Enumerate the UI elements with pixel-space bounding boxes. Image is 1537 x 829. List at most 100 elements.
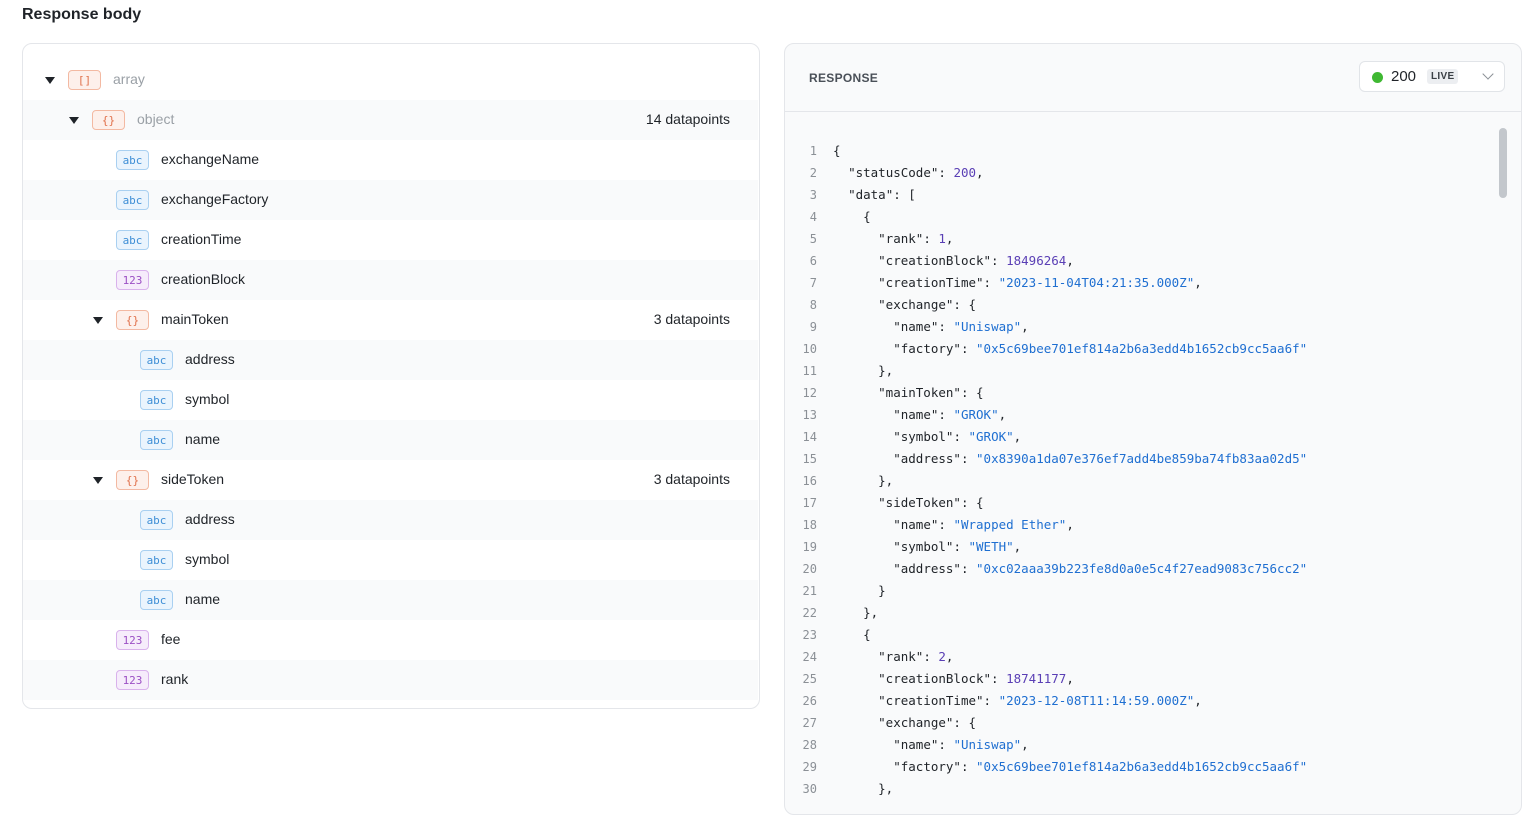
string-type-badge: abc — [116, 190, 149, 210]
scrollbar-thumb[interactable] — [1499, 128, 1507, 198]
json-string: "GROK" — [968, 429, 1014, 444]
json-punct: : — [953, 429, 969, 444]
schema-row-creationtime: abc creationTime — [23, 220, 758, 260]
string-type-badge: abc — [140, 350, 173, 370]
json-punct — [833, 165, 848, 180]
json-punct — [833, 715, 878, 730]
json-string: "0x5c69bee701ef814a2b6a3edd4b1652cb9cc5a… — [976, 341, 1308, 356]
string-type-badge: abc — [116, 150, 149, 170]
code-line: 24 "rank": 2, — [785, 646, 1499, 668]
datapoint-count: 14 datapoints — [645, 111, 730, 127]
json-string: "0xc02aaa39b223fe8d0a0e5c4f27ead9083c756… — [976, 561, 1308, 576]
line-content: "creationBlock": 18496264, — [833, 250, 1074, 272]
number-type-badge: 123 — [116, 270, 149, 290]
code-line: 26 "creationTime": "2023-12-08T11:14:59.… — [785, 690, 1499, 712]
live-badge: LIVE — [1427, 69, 1459, 84]
caret-down-icon[interactable] — [93, 477, 103, 484]
code-line: 2 "statusCode": 200, — [785, 162, 1499, 184]
json-key: "symbol" — [893, 539, 954, 554]
string-type-badge: abc — [140, 590, 173, 610]
line-content: "name": "GROK", — [833, 404, 1006, 426]
schema-row-rank: 123 rank — [23, 660, 758, 700]
line-content: "name": "Wrapped Ether", — [833, 514, 1074, 536]
code-line: 19 "symbol": "WETH", — [785, 536, 1499, 558]
code-line: 12 "mainToken": { — [785, 382, 1499, 404]
schema-tree: [] array {} object 14 datapoints abc exchangeN… — [23, 60, 758, 700]
json-key: "address" — [893, 561, 961, 576]
schema-row-maintoken[interactable]: {} mainToken 3 datapoints — [23, 300, 758, 340]
code-line: 30 }, — [785, 778, 1499, 800]
json-number: 18496264 — [1006, 253, 1067, 268]
field-name: name — [185, 431, 221, 447]
schema-tree-panel: [] array {} object 14 datapoints abc exchangeN… — [22, 43, 760, 709]
json-key: "name" — [893, 517, 939, 532]
json-punct: , — [998, 407, 1007, 422]
json-key: "creationBlock" — [878, 671, 992, 686]
json-string: "Wrapped Ether" — [953, 517, 1067, 532]
json-punct — [833, 231, 878, 246]
schema-row-sidetoken[interactable]: {} sideToken 3 datapoints — [23, 460, 758, 500]
json-punct: : { — [960, 495, 984, 510]
line-number: 16 — [802, 474, 817, 488]
string-type-badge: abc — [140, 430, 173, 450]
schema-row-array[interactable]: [] array — [23, 60, 758, 100]
field-name: mainToken — [161, 311, 229, 327]
json-punct — [833, 253, 878, 268]
response-header: RESPONSE 200 LIVE — [785, 44, 1521, 112]
json-punct — [833, 341, 893, 356]
schema-row-object[interactable]: {} object 14 datapoints — [23, 100, 758, 140]
json-punct: : — [923, 231, 939, 246]
json-punct: : — [960, 561, 977, 576]
json-punct: }, — [833, 605, 879, 620]
json-key: "name" — [893, 407, 939, 422]
json-punct: : — [983, 693, 999, 708]
json-string: "GROK" — [953, 407, 999, 422]
schema-row-symbol: abc symbol — [23, 540, 758, 580]
field-name: address — [185, 511, 235, 527]
caret-down-icon[interactable] — [93, 317, 103, 324]
json-punct — [833, 671, 878, 686]
object-type-badge: {} — [116, 470, 149, 490]
json-punct: : — [938, 517, 954, 532]
caret-down-icon[interactable] — [69, 117, 79, 124]
response-code-viewer[interactable]: 1{2 "statusCode": 200, 3 "data": [4 {5 "r… — [785, 140, 1499, 814]
datapoint-count: 3 datapoints — [653, 311, 730, 327]
status-code-dropdown[interactable]: 200 LIVE — [1359, 61, 1505, 92]
code-line: 10 "factory": "0x5c69bee701ef814a2b6a3ed… — [785, 338, 1499, 360]
status-code: 200 — [1391, 68, 1417, 85]
line-content: "symbol": "WETH", — [833, 536, 1021, 558]
code-line: 1{ — [785, 140, 1499, 162]
json-punct: , — [976, 165, 984, 180]
status-dot-icon — [1372, 72, 1383, 83]
json-punct: }, — [833, 363, 894, 378]
json-punct: , — [1066, 253, 1074, 268]
json-punct: : { — [960, 385, 984, 400]
json-punct: { — [833, 209, 871, 224]
line-number: 18 — [802, 518, 817, 532]
number-type-badge: 123 — [116, 630, 149, 650]
line-content: "address": "0xc02aaa39b223fe8d0a0e5c4f27… — [833, 558, 1307, 580]
schema-row-address: abc address — [23, 340, 758, 380]
json-punct — [833, 693, 878, 708]
json-key: "factory" — [893, 341, 961, 356]
code-line: 27 "exchange": { — [785, 712, 1499, 734]
code-line: 9 "name": "Uniswap", — [785, 316, 1499, 338]
line-number: 10 — [802, 342, 817, 356]
code-line: 29 "factory": "0x5c69bee701ef814a2b6a3ed… — [785, 756, 1499, 778]
line-content: "exchange": { — [833, 712, 976, 734]
json-punct: : { — [953, 715, 976, 730]
code-line: 18 "name": "Wrapped Ether", — [785, 514, 1499, 536]
json-punct: }, — [833, 473, 894, 488]
schema-row-creationblock: 123 creationBlock — [23, 260, 758, 300]
json-key: "address" — [893, 451, 961, 466]
json-punct: : — [938, 407, 954, 422]
code-line: 4 { — [785, 206, 1499, 228]
line-content: "creationTime": "2023-12-08T11:14:59.000… — [833, 690, 1202, 712]
caret-down-icon[interactable] — [45, 77, 55, 84]
json-punct: : — [923, 649, 939, 664]
line-content: { — [833, 140, 841, 162]
code-line: 7 "creationTime": "2023-11-04T04:21:35.0… — [785, 272, 1499, 294]
line-content: "mainToken": { — [833, 382, 984, 404]
json-punct — [833, 517, 893, 532]
json-punct: , — [1013, 429, 1022, 444]
